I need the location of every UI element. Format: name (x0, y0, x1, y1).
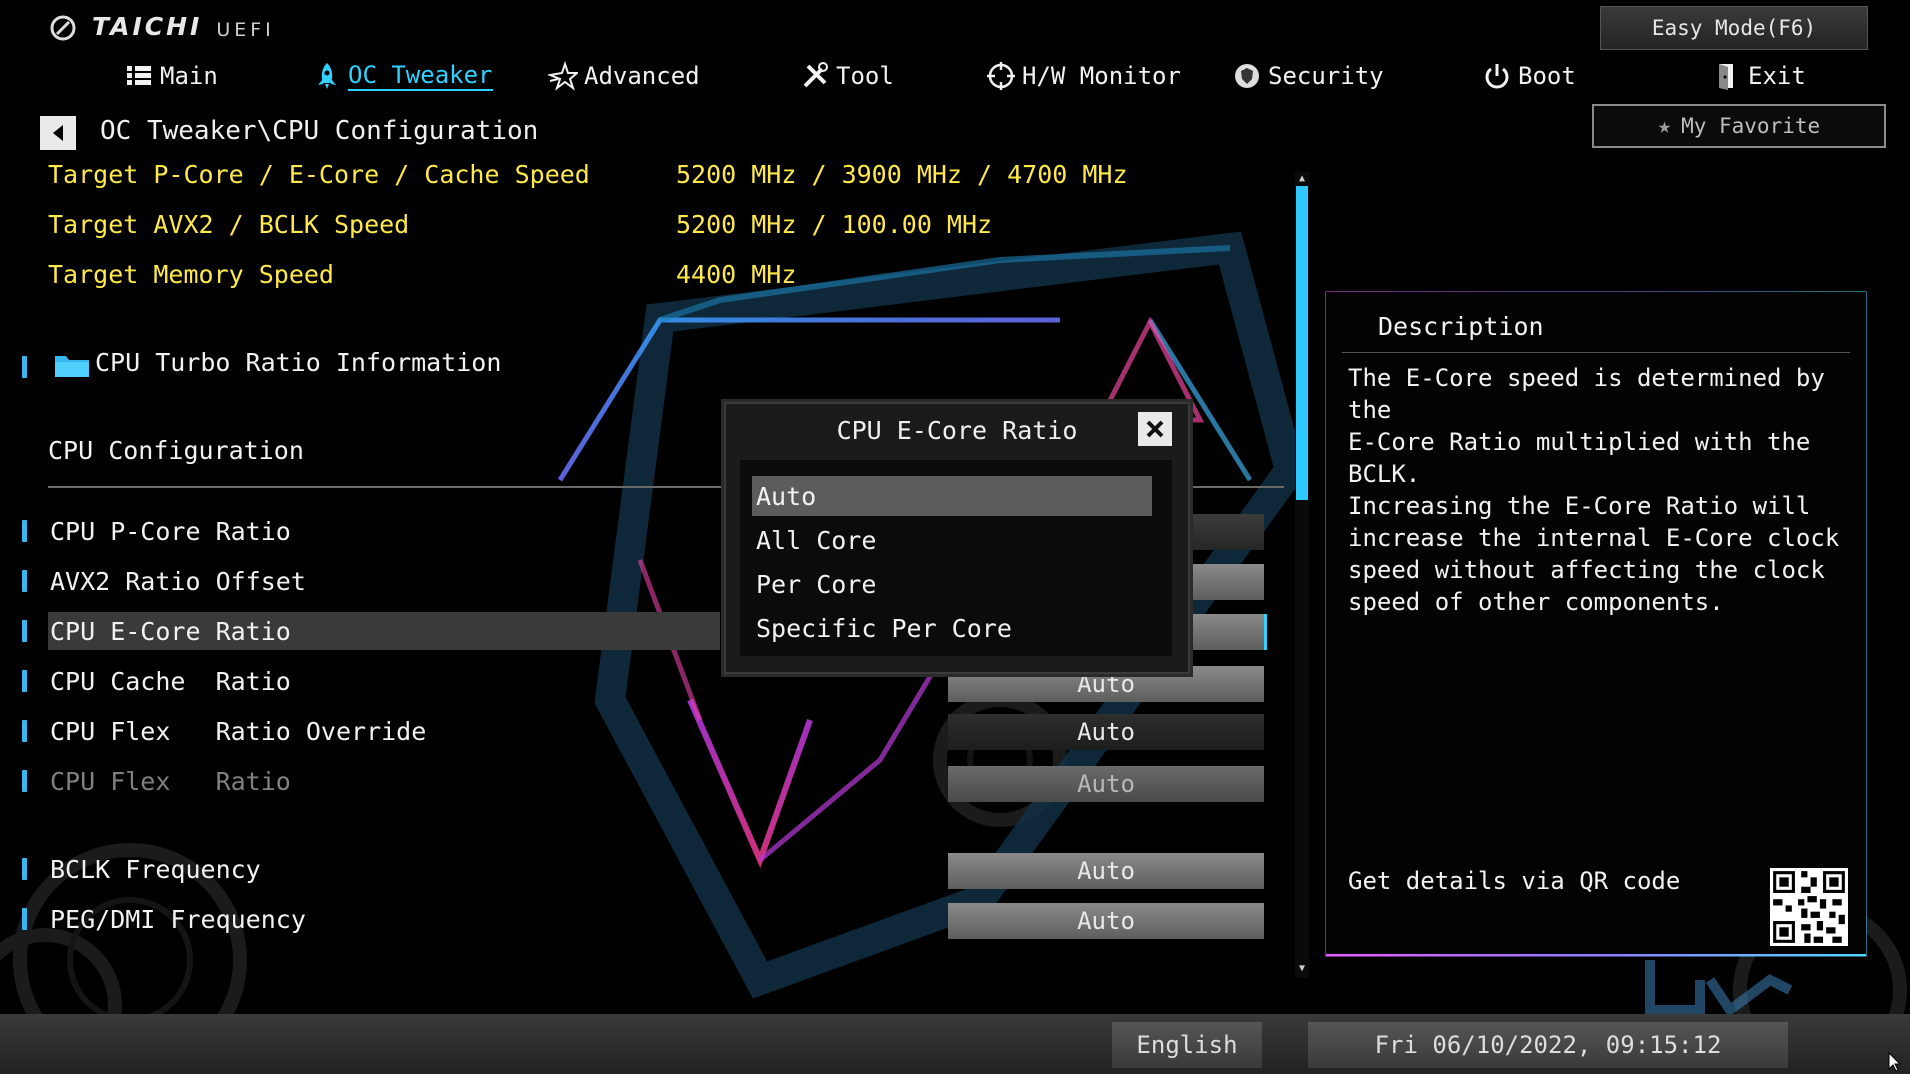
bclk-frequency-value[interactable]: Auto (948, 853, 1264, 889)
tab-exit[interactable]: Exit (1712, 56, 1806, 96)
qr-code-icon (1770, 868, 1848, 946)
arrow-left-icon (53, 125, 63, 141)
shield-icon (1235, 64, 1259, 88)
item-label: CPU E-Core Ratio (50, 616, 291, 646)
cpu-flex-ratio-value: Auto (948, 766, 1264, 802)
brand-logo: TAICHI UEFI (48, 12, 275, 41)
popup-option-per-core[interactable]: Per Core (752, 564, 1152, 604)
popup-option-auto[interactable]: Auto (752, 476, 1152, 516)
turbo-ratio-info-item[interactable]: CPU Turbo Ratio Information (0, 346, 700, 382)
folder-icon (55, 356, 89, 377)
target-value-memory: 4400 MHz (676, 260, 797, 289)
item-label: CPU Flex Ratio (50, 766, 291, 796)
main-tabs: Main OC Tweaker Advanced Tool H/W Monito… (0, 56, 1910, 96)
item-marker (22, 720, 27, 742)
tab-label: Advanced (584, 62, 700, 90)
tab-label: Exit (1748, 62, 1806, 90)
item-marker (22, 908, 27, 930)
tab-label: H/W Monitor (1022, 62, 1181, 90)
crosshair-icon (987, 62, 1015, 90)
cpu-p-core-ratio-item[interactable]: CPU P-Core Ratio (48, 512, 720, 550)
tab-label: OC Tweaker (348, 61, 493, 91)
tab-main[interactable]: Main (124, 56, 218, 96)
tab-security[interactable]: Security (1232, 56, 1384, 96)
item-marker (22, 570, 27, 592)
cpu-e-core-ratio-item[interactable]: CPU E-Core Ratio (48, 612, 720, 650)
power-icon (1485, 64, 1509, 89)
my-favorite-button[interactable]: ★ My Favorite (1592, 104, 1886, 148)
item-label: CPU P-Core Ratio (50, 516, 291, 546)
target-value-avx2: 5200 MHz / 100.00 MHz (676, 210, 993, 239)
target-label-memory: Target Memory Speed (48, 260, 334, 289)
cpu-flex-ratio-override-item[interactable]: CPU Flex Ratio Override (48, 712, 720, 750)
tools-icon (803, 62, 828, 88)
close-icon (1146, 420, 1164, 438)
tab-label: Tool (836, 62, 894, 90)
description-panel: Description The E-Core speed is determin… (1326, 292, 1866, 954)
bclk-frequency-item[interactable]: BCLK Frequency (48, 850, 720, 888)
item-marker (22, 520, 27, 542)
tab-tool[interactable]: Tool (800, 56, 894, 96)
my-favorite-label: My Favorite (1681, 114, 1821, 138)
brand-name: TAICHI (92, 12, 203, 41)
turbo-ratio-info-label: CPU Turbo Ratio Information (95, 348, 502, 377)
taichi-logo-icon (50, 15, 76, 41)
description-divider (1342, 352, 1850, 353)
target-label-avx2: Target AVX2 / BCLK Speed (48, 210, 410, 239)
easy-mode-button[interactable]: Easy Mode(F6) (1600, 6, 1868, 50)
popup-title: CPU E-Core Ratio (836, 416, 1078, 445)
item-label: CPU Flex Ratio Override (50, 716, 427, 746)
description-title: Description (1378, 312, 1544, 341)
datetime-display: Fri 06/10/2022, 09:15:12 (1308, 1022, 1788, 1068)
tab-advanced[interactable]: Advanced (548, 56, 700, 96)
peg-dmi-frequency-item[interactable]: PEG/DMI Frequency (48, 900, 720, 938)
exit-door-icon (1719, 64, 1733, 90)
item-marker (22, 670, 27, 692)
mouse-cursor-icon (1888, 1052, 1902, 1072)
scroll-up-icon[interactable]: ▲ (1297, 174, 1307, 184)
popup-close-button[interactable] (1138, 412, 1172, 446)
star-icon: ★ (1657, 113, 1672, 139)
cpu-flex-ratio-item: CPU Flex Ratio (48, 762, 720, 800)
target-label-speed: Target P-Core / E-Core / Cache Speed (48, 160, 590, 189)
scrollbar-thumb[interactable] (1296, 186, 1308, 500)
back-button[interactable] (40, 116, 76, 150)
breadcrumb: OC Tweaker\CPU Configuration (100, 116, 539, 146)
item-label: BCLK Frequency (50, 854, 261, 884)
list-icon (127, 66, 151, 85)
peg-dmi-frequency-value[interactable]: Auto (948, 903, 1264, 939)
tab-oc-tweaker[interactable]: OC Tweaker (312, 56, 493, 96)
rocket-icon (318, 63, 336, 89)
item-label: CPU Cache Ratio (50, 666, 291, 696)
tab-label: Security (1268, 62, 1384, 90)
tab-boot[interactable]: Boot (1482, 56, 1576, 96)
item-label: AVX2 Ratio Offset (50, 566, 306, 596)
brand-sub: UEFI (216, 19, 275, 41)
description-text: The E-Core speed is determined by the E-… (1348, 364, 1840, 616)
tab-label: Boot (1518, 62, 1576, 90)
qr-label: Get details via QR code (1348, 867, 1681, 895)
cpu-cache-ratio-item[interactable]: CPU Cache Ratio (48, 662, 720, 700)
star-icon (548, 61, 578, 91)
item-marker (22, 858, 27, 880)
section-title: CPU Configuration (48, 436, 304, 465)
e-core-ratio-popup: CPU E-Core Ratio Auto All Core Per Core … (724, 402, 1190, 674)
scroll-down-icon[interactable]: ▼ (1297, 964, 1307, 974)
language-selector[interactable]: English (1112, 1022, 1262, 1068)
popup-option-list: Auto All Core Per Core Specific Per Core (740, 460, 1172, 656)
cpu-flex-ratio-override-value[interactable]: Auto (948, 714, 1264, 750)
target-value-speed: 5200 MHz / 3900 MHz / 4700 MHz (676, 160, 1128, 189)
item-marker (22, 770, 27, 792)
popup-option-all-core[interactable]: All Core (752, 520, 1152, 560)
popup-option-specific-per-core[interactable]: Specific Per Core (752, 608, 1152, 648)
tab-hw-monitor[interactable]: H/W Monitor (986, 56, 1181, 96)
tab-label: Main (160, 62, 218, 90)
item-marker (22, 620, 27, 642)
item-marker (22, 356, 27, 378)
item-label: PEG/DMI Frequency (50, 904, 306, 934)
avx2-ratio-offset-item[interactable]: AVX2 Ratio Offset (48, 562, 720, 600)
